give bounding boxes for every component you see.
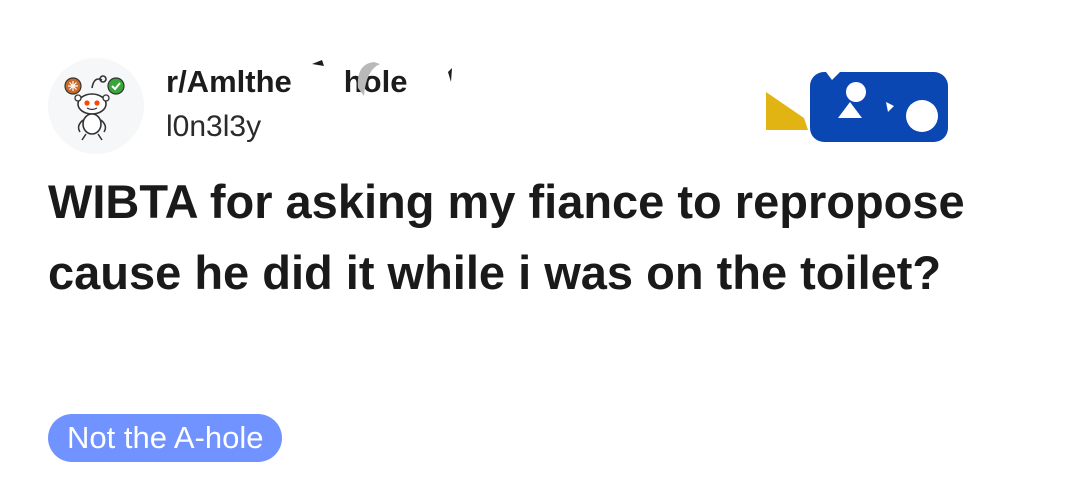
- post-flair-badge[interactable]: Not the A-hole: [48, 414, 283, 462]
- decorative-sticker-icon: [766, 72, 948, 142]
- subreddit-avatar[interactable]: [48, 58, 144, 154]
- subreddit-name-start: r/Amlthe: [166, 64, 292, 99]
- post-title[interactable]: WIBTA for asking my fiance to repropose …: [48, 166, 1038, 308]
- author-username[interactable]: l0n3l3y: [166, 110, 261, 144]
- reddit-snoo-icon: [64, 75, 125, 141]
- green-check-icon: [107, 77, 125, 95]
- orange-award-icon: [64, 77, 82, 95]
- censor-mark-icon: [312, 60, 452, 96]
